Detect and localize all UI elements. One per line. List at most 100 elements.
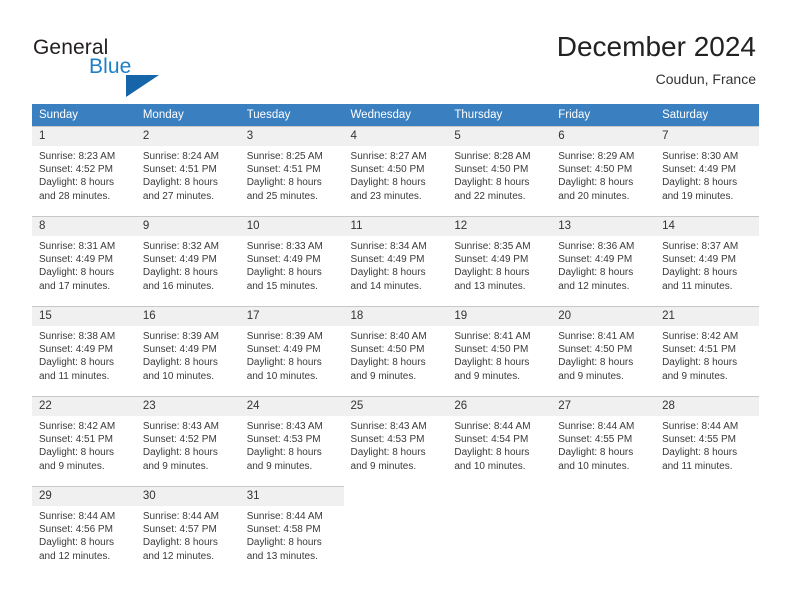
weekday-header-wednesday: Wednesday (343, 104, 448, 127)
sunset-text: Sunset: 4:49 PM (142, 254, 217, 266)
day-number[interactable]: 12 (447, 216, 552, 236)
day-cell[interactable]: Sunrise: 8:44 AM Sunset: 4:55 PM Dayligh… (551, 416, 656, 487)
day-number[interactable]: 20 (551, 306, 656, 326)
day-number[interactable]: 29 (32, 486, 136, 506)
day-cell[interactable]: Sunrise: 8:42 AM Sunset: 4:51 PM Dayligh… (32, 416, 136, 487)
day-number[interactable]: 2 (135, 126, 240, 146)
day-number[interactable]: 1 (32, 126, 136, 146)
day-number[interactable]: 17 (239, 306, 344, 326)
day-cell[interactable]: Sunrise: 8:29 AM Sunset: 4:50 PM Dayligh… (551, 146, 656, 217)
day-cell[interactable]: Sunrise: 8:31 AM Sunset: 4:49 PM Dayligh… (32, 236, 136, 307)
day-number[interactable]: 21 (655, 306, 759, 326)
day-number[interactable]: 6 (551, 126, 656, 146)
daylight-text-line2: and 19 minutes. (662, 190, 734, 202)
day-number[interactable]: 9 (135, 216, 240, 236)
daylight-text-line1: Daylight: 8 hours (246, 447, 322, 459)
sunrise-text: Sunrise: 8:36 AM (558, 241, 635, 252)
day-cell[interactable]: Sunrise: 8:41 AM Sunset: 4:50 PM Dayligh… (551, 326, 656, 397)
sunset-text: Sunset: 4:49 PM (662, 164, 736, 176)
day-cell[interactable]: Sunrise: 8:44 AM Sunset: 4:54 PM Dayligh… (447, 416, 552, 487)
day-number[interactable]: 23 (135, 396, 240, 416)
day-cell[interactable]: Sunrise: 8:41 AM Sunset: 4:50 PM Dayligh… (447, 326, 552, 397)
daylight-text-line1: Daylight: 8 hours (142, 177, 218, 189)
day-cell[interactable]: Sunrise: 8:43 AM Sunset: 4:52 PM Dayligh… (135, 416, 240, 487)
day-number[interactable]: 10 (239, 216, 344, 236)
daylight-text-line1: Daylight: 8 hours (350, 267, 426, 279)
day-cell[interactable]: Sunrise: 8:28 AM Sunset: 4:50 PM Dayligh… (447, 146, 552, 217)
day-cell[interactable]: Sunrise: 8:38 AM Sunset: 4:49 PM Dayligh… (32, 326, 136, 397)
day-number[interactable]: 8 (32, 216, 136, 236)
day-number[interactable]: 3 (239, 126, 344, 146)
week-daynumbers-row: 22 23 24 25 26 27 28 (32, 396, 759, 416)
day-number[interactable]: 22 (32, 396, 136, 416)
daylight-text-line2: and 9 minutes. (246, 460, 313, 472)
day-cell[interactable]: Sunrise: 8:36 AM Sunset: 4:49 PM Dayligh… (551, 236, 656, 307)
day-number[interactable]: 11 (343, 216, 448, 236)
day-number[interactable]: 15 (32, 306, 136, 326)
day-number[interactable]: 4 (343, 126, 448, 146)
sunrise-text: Sunrise: 8:29 AM (558, 151, 635, 162)
sunset-text: Sunset: 4:49 PM (454, 254, 529, 266)
sunrise-text: Sunrise: 8:40 AM (350, 331, 427, 342)
sunrise-text: Sunrise: 8:39 AM (142, 331, 219, 342)
day-number[interactable]: 14 (655, 216, 759, 236)
daylight-text-line2: and 11 minutes. (662, 280, 733, 292)
day-cell[interactable]: Sunrise: 8:24 AM Sunset: 4:51 PM Dayligh… (135, 146, 240, 217)
day-cell[interactable]: Sunrise: 8:40 AM Sunset: 4:50 PM Dayligh… (343, 326, 448, 397)
week-daynumbers-row: 29 30 31 (32, 486, 759, 506)
day-number[interactable]: 25 (343, 396, 448, 416)
day-number[interactable]: 31 (239, 486, 344, 506)
weekday-header-saturday: Saturday (655, 104, 759, 127)
day-cell[interactable]: Sunrise: 8:44 AM Sunset: 4:57 PM Dayligh… (135, 506, 240, 576)
daylight-text-line1: Daylight: 8 hours (246, 357, 322, 369)
day-number[interactable]: 5 (447, 126, 552, 146)
sunset-text: Sunset: 4:50 PM (350, 344, 425, 356)
day-number[interactable]: 7 (655, 126, 759, 146)
day-cell[interactable]: Sunrise: 8:39 AM Sunset: 4:49 PM Dayligh… (135, 326, 240, 397)
day-number[interactable]: 13 (551, 216, 656, 236)
day-cell[interactable]: Sunrise: 8:23 AM Sunset: 4:52 PM Dayligh… (32, 146, 136, 217)
day-cell[interactable]: Sunrise: 8:27 AM Sunset: 4:50 PM Dayligh… (343, 146, 448, 217)
daylight-text-line1: Daylight: 8 hours (350, 177, 426, 189)
sunrise-text: Sunrise: 8:28 AM (454, 151, 531, 162)
day-number[interactable]: 24 (239, 396, 344, 416)
day-cell[interactable]: Sunrise: 8:37 AM Sunset: 4:49 PM Dayligh… (655, 236, 759, 307)
day-cell[interactable]: Sunrise: 8:35 AM Sunset: 4:49 PM Dayligh… (447, 236, 552, 307)
sunrise-text: Sunrise: 8:41 AM (454, 331, 531, 342)
day-cell[interactable]: Sunrise: 8:43 AM Sunset: 4:53 PM Dayligh… (239, 416, 344, 487)
brand-logo[interactable]: General Blue (33, 36, 213, 97)
day-cell[interactable]: Sunrise: 8:43 AM Sunset: 4:53 PM Dayligh… (343, 416, 448, 487)
day-cell[interactable]: Sunrise: 8:32 AM Sunset: 4:49 PM Dayligh… (135, 236, 240, 307)
day-number[interactable]: 30 (135, 486, 240, 506)
day-cell[interactable]: Sunrise: 8:30 AM Sunset: 4:49 PM Dayligh… (655, 146, 759, 217)
daylight-text-line2: and 27 minutes. (142, 190, 215, 202)
sunset-text: Sunset: 4:55 PM (662, 434, 736, 446)
calendar-page: General Blue December 2024 Coudun, Franc… (0, 0, 792, 612)
sunrise-text: Sunrise: 8:44 AM (454, 421, 531, 432)
day-cell[interactable]: Sunrise: 8:39 AM Sunset: 4:49 PM Dayligh… (239, 326, 344, 397)
day-cell[interactable]: Sunrise: 8:44 AM Sunset: 4:55 PM Dayligh… (655, 416, 759, 487)
daylight-text-line1: Daylight: 8 hours (454, 447, 530, 459)
sunset-text: Sunset: 4:50 PM (350, 164, 425, 176)
day-number[interactable]: 18 (343, 306, 448, 326)
day-number[interactable]: 26 (447, 396, 552, 416)
day-cell[interactable]: Sunrise: 8:44 AM Sunset: 4:58 PM Dayligh… (239, 506, 344, 576)
day-cell[interactable]: Sunrise: 8:34 AM Sunset: 4:49 PM Dayligh… (343, 236, 448, 307)
day-number[interactable]: 28 (655, 396, 759, 416)
day-cell[interactable]: Sunrise: 8:44 AM Sunset: 4:56 PM Dayligh… (32, 506, 136, 576)
sunrise-text: Sunrise: 8:44 AM (558, 421, 635, 432)
day-number[interactable]: 27 (551, 396, 656, 416)
day-cell[interactable]: Sunrise: 8:33 AM Sunset: 4:49 PM Dayligh… (239, 236, 344, 307)
week-daynumbers-row: 15 16 17 18 19 20 21 (32, 306, 759, 326)
sunset-text: Sunset: 4:49 PM (350, 254, 425, 266)
weekday-header-thursday: Thursday (447, 104, 552, 127)
day-number[interactable]: 19 (447, 306, 552, 326)
daylight-text-line1: Daylight: 8 hours (39, 357, 115, 369)
day-cell[interactable]: Sunrise: 8:42 AM Sunset: 4:51 PM Dayligh… (655, 326, 759, 397)
day-cell[interactable]: Sunrise: 8:25 AM Sunset: 4:51 PM Dayligh… (239, 146, 344, 217)
daylight-text-line1: Daylight: 8 hours (39, 267, 115, 279)
daylight-text-line2: and 10 minutes. (142, 370, 215, 382)
day-number-empty (551, 486, 656, 506)
day-number[interactable]: 16 (135, 306, 240, 326)
sunset-text: Sunset: 4:53 PM (350, 434, 425, 446)
